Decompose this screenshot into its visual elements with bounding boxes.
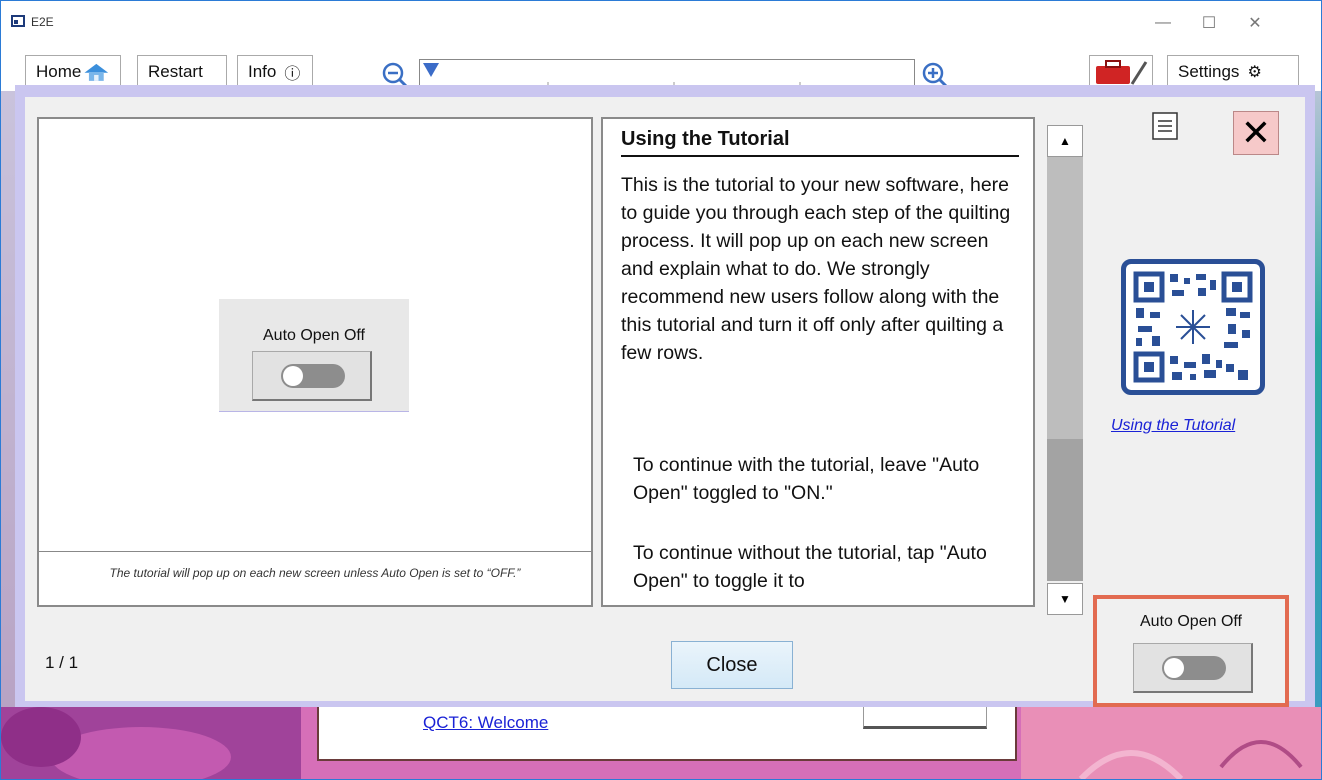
toggle-switch-icon — [1162, 656, 1226, 680]
app-icon — [11, 15, 25, 27]
welcome-card: QCT6: Welcome — [317, 701, 1017, 761]
toggle-knob — [283, 366, 303, 386]
info-icon: ⓘ — [284, 66, 301, 83]
title-bar: E2E — ☐ ✕ — [1, 1, 1321, 45]
tutorial-paragraph-3: To continue without the tutorial, tap "A… — [633, 542, 987, 592]
settings-gear-icon: ⚙ — [1247, 64, 1262, 81]
preview-auto-open-toggle — [252, 351, 372, 401]
toolbox-icon — [1096, 60, 1148, 85]
home-label: Home — [36, 62, 82, 81]
maximize-button[interactable]: ☐ — [1187, 9, 1231, 37]
tutorial-paragraph-2: To continue with the tutorial, leave "Au… — [633, 454, 980, 504]
slider-handle-icon[interactable] — [422, 62, 440, 78]
home-button[interactable]: Home — [25, 55, 121, 89]
auto-open-label: Auto Open Off — [1140, 613, 1242, 630]
auto-open-highlight: Auto Open Off — [1093, 595, 1289, 707]
tutorial-paragraph-1: This is the tutorial to your new softwar… — [621, 174, 1011, 364]
info-button[interactable]: Info ⓘ — [237, 55, 313, 89]
page-indicator: 1 / 1 — [45, 653, 79, 672]
app-window: E2E — ☐ ✕ Home Restart Info ⓘ Settings ⚙… — [0, 0, 1322, 780]
preview-toggle-card: Auto Open Off — [219, 299, 409, 412]
qr-tutorial-link[interactable]: Using the Tutorial — [1111, 417, 1269, 435]
preview-caption: The tutorial will pop up on each new scr… — [39, 551, 591, 605]
restart-button[interactable]: Restart — [137, 55, 227, 89]
window-close-button[interactable]: ✕ — [1233, 9, 1277, 37]
settings-button[interactable]: Settings ⚙ — [1167, 55, 1299, 89]
dialog-close-icon[interactable]: ✕ — [1233, 111, 1279, 155]
home-icon — [84, 63, 109, 81]
scroll-thumb[interactable] — [1047, 157, 1083, 439]
background-quilt-left — [1, 91, 15, 711]
toggle-switch-icon — [281, 364, 345, 388]
minimize-button[interactable]: — — [1141, 9, 1185, 37]
tutorial-title: Using the Tutorial — [621, 128, 1019, 157]
info-label: Info — [248, 62, 277, 81]
tutorial-scrollbar[interactable]: ▲ ▼ — [1047, 123, 1083, 615]
qr-code-graphic — [1133, 271, 1253, 383]
auto-open-toggle[interactable] — [1133, 643, 1253, 693]
toggle-knob — [1164, 658, 1184, 678]
welcome-link[interactable]: QCT6: Welcome — [423, 713, 548, 733]
qr-code-icon[interactable] — [1121, 259, 1265, 395]
toolbox-button[interactable] — [1089, 55, 1153, 89]
close-button[interactable]: Close — [671, 641, 793, 689]
window-title: E2E — [31, 15, 54, 29]
scroll-down-arrow-icon[interactable]: ▼ — [1047, 583, 1083, 615]
preview-toggle-label: Auto Open Off — [263, 327, 365, 344]
scroll-up-arrow-icon[interactable]: ▲ — [1047, 125, 1083, 157]
menu-icon[interactable] — [1151, 111, 1179, 141]
settings-label: Settings — [1178, 62, 1240, 81]
scroll-track-lower[interactable] — [1047, 439, 1083, 581]
